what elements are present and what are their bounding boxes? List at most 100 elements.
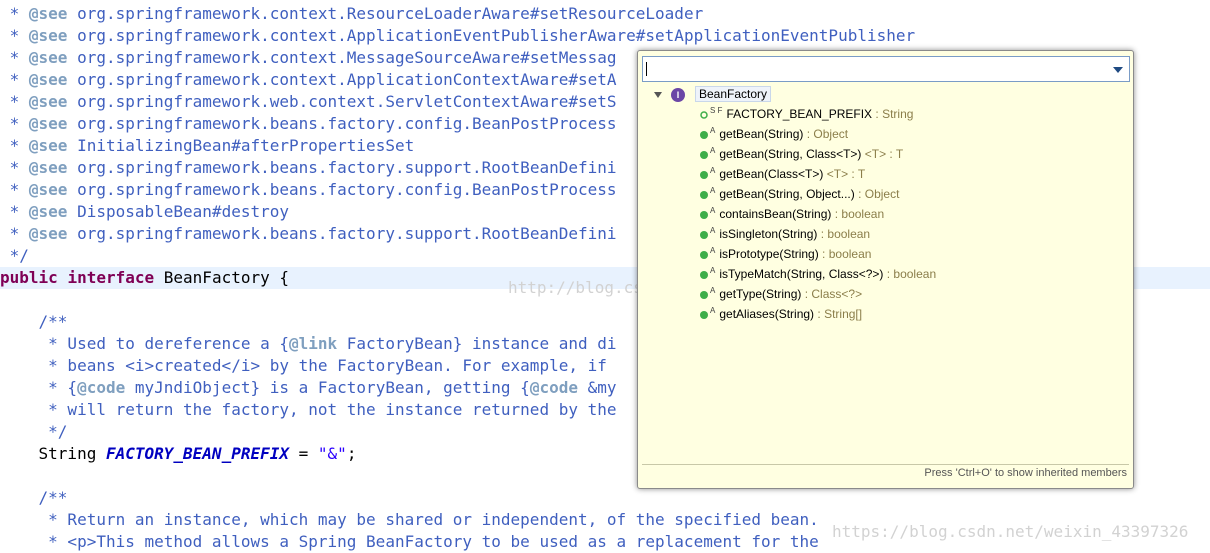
member-name: containsBean(String) — [719, 207, 832, 221]
public-method-icon — [700, 170, 708, 179]
javadoc-see-tag: @see — [28, 114, 68, 133]
member-name: getBean(String) — [719, 127, 804, 141]
javadoc-see-tag: @see — [28, 70, 68, 89]
member-type: : boolean — [818, 247, 872, 261]
member-type: : Object — [803, 127, 849, 141]
member-type: : String[] — [814, 307, 863, 321]
keyword-public: public — [0, 268, 58, 287]
outline-filter-input[interactable] — [642, 56, 1130, 82]
modifier-badge: S F — [710, 106, 723, 115]
code-line: * beans <i>created</i> by the FactoryBea… — [0, 356, 607, 375]
member-name: getBean(Class<T>) — [719, 167, 824, 181]
javadoc-see-tag: @see — [28, 26, 68, 45]
javadoc-see-tag: @see — [28, 48, 68, 67]
string-literal: "&" — [317, 444, 347, 463]
public-method-icon — [700, 250, 708, 259]
keyword-interface: interface — [67, 268, 155, 287]
text-caret — [646, 62, 647, 76]
member-type: : Class<?> — [801, 287, 863, 301]
code-line: * {@code myJndiObject} is a FactoryBean,… — [0, 378, 617, 397]
member-name: isPrototype(String) — [719, 247, 819, 261]
static-final-field-icon — [700, 107, 710, 121]
modifier-badge: A — [710, 246, 716, 255]
member-name: getBean(String, Object...) — [719, 187, 855, 201]
javadoc-see-tag: @see — [28, 4, 68, 23]
code-line: * @see org.springframework.beans.factory… — [0, 180, 617, 199]
public-method-icon — [700, 190, 708, 199]
code-line: /** — [0, 312, 68, 331]
interface-name: BeanFactory { — [154, 268, 289, 287]
code-line: * @see org.springframework.web.context.S… — [0, 92, 617, 111]
outline-method-item[interactable]: AgetBean(Class<T>) <T> : T — [700, 164, 865, 184]
public-method-icon — [700, 210, 708, 219]
code-line: * @see org.springframework.context.Appli… — [0, 70, 617, 89]
member-type: : String — [872, 107, 914, 121]
constant-field-name: FACTORY_BEAN_PREFIX — [105, 444, 289, 463]
code-line: * @see org.springframework.beans.factory… — [0, 158, 617, 177]
outline-footer-hint: Press 'Ctrl+O' to show inherited members — [924, 467, 1127, 479]
javadoc-see-tag: @see — [28, 180, 68, 199]
modifier-badge: A — [710, 206, 716, 215]
modifier-badge: A — [710, 126, 716, 135]
quick-outline-popup[interactable]: I BeanFactory S F FACTORY_BEAN_PREFIX : St… — [637, 50, 1134, 489]
modifier-badge: A — [710, 306, 716, 315]
outline-method-item[interactable]: AisPrototype(String) : boolean — [700, 244, 871, 264]
code-line: /** — [0, 488, 68, 507]
interface-icon: I — [671, 87, 685, 102]
code-line: * @see org.springframework.context.Messa… — [0, 48, 617, 67]
code-line: * @see InitializingBean#afterPropertiesS… — [0, 136, 415, 155]
modifier-badge: A — [710, 266, 716, 275]
public-method-icon — [700, 150, 708, 159]
expand-triangle-icon[interactable] — [654, 91, 662, 98]
member-name: isTypeMatch(String, Class<?>) — [719, 267, 884, 281]
javadoc-see-tag: @see — [28, 224, 68, 243]
member-name: isSingleton(String) — [719, 227, 818, 241]
public-method-icon — [700, 230, 708, 239]
member-name: getType(String) — [719, 287, 802, 301]
outline-method-item[interactable]: AgetBean(String) : Object — [700, 124, 848, 144]
code-line: * <p>This method allows a Spring BeanFac… — [0, 532, 819, 551]
code-line: * @see DisposableBean#destroy — [0, 202, 289, 221]
outline-method-item[interactable]: AgetBean(String, Class<T>) <T> : T — [700, 144, 903, 164]
outline-method-item[interactable]: AisSingleton(String) : boolean — [700, 224, 870, 244]
member-name: getAliases(String) — [719, 307, 815, 321]
javadoc-see-tag: @see — [28, 202, 68, 221]
code-line: */ — [0, 246, 29, 265]
outline-method-item[interactable]: AisTypeMatch(String, Class<?>) : boolean — [700, 264, 936, 284]
outline-root-label: BeanFactory — [695, 86, 772, 102]
member-type: : Object — [854, 187, 900, 201]
outline-method-item[interactable]: AgetAliases(String) : String[] — [700, 304, 862, 324]
code-line: * @see org.springframework.beans.factory… — [0, 224, 617, 243]
modifier-badge: A — [710, 226, 716, 235]
modifier-badge: A — [710, 146, 716, 155]
modifier-badge: A — [710, 286, 716, 295]
code-line: * Used to dereference a {@link FactoryBe… — [0, 334, 617, 353]
modifier-badge: A — [710, 186, 716, 195]
outline-root-item[interactable]: I BeanFactory — [654, 84, 772, 104]
field-declaration-line: String FACTORY_BEAN_PREFIX = "&"; — [0, 444, 357, 463]
code-line: * will return the factory, not the insta… — [0, 400, 617, 419]
javadoc-see-tag: @see — [28, 92, 68, 111]
member-type: <T> : T — [861, 147, 904, 161]
javadoc-see-tag: @see — [28, 136, 68, 155]
member-name: FACTORY_BEAN_PREFIX — [726, 107, 873, 121]
public-method-icon — [700, 290, 708, 299]
code-line: * @see org.springframework.context.Resou… — [0, 4, 704, 23]
code-line: * Return an instance, which may be share… — [0, 510, 819, 529]
view-menu-dropdown-icon[interactable] — [1113, 67, 1123, 73]
member-type: : boolean — [831, 207, 885, 221]
member-type: : boolean — [883, 267, 937, 281]
member-name: getBean(String, Class<T>) — [719, 147, 862, 161]
public-method-icon — [700, 310, 708, 319]
watermark-text: https://blog.csdn.net/weixin_43397326 — [832, 522, 1189, 541]
member-type: <T> : T — [823, 167, 866, 181]
footer-divider — [642, 464, 1129, 465]
public-method-icon — [700, 270, 708, 279]
code-line: * @see org.springframework.context.Appli… — [0, 26, 916, 45]
outline-method-item[interactable]: AgetBean(String, Object...) : Object — [700, 184, 899, 204]
public-method-icon — [700, 130, 708, 139]
outline-method-item[interactable]: AcontainsBean(String) : boolean — [700, 204, 884, 224]
code-line: */ — [0, 422, 68, 441]
outline-field-item[interactable]: S F FACTORY_BEAN_PREFIX : String — [700, 104, 913, 124]
outline-method-item[interactable]: AgetType(String) : Class<?> — [700, 284, 862, 304]
